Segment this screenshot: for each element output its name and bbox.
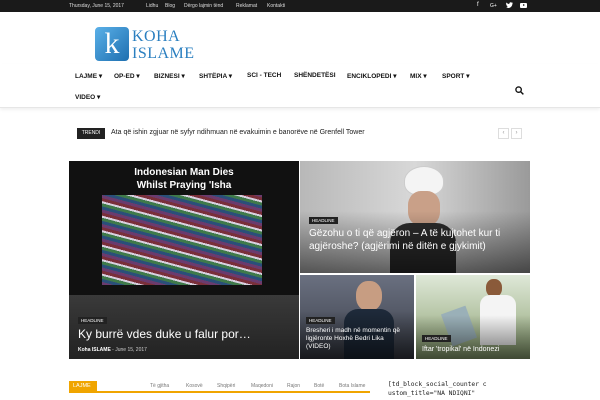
- trending-label: TRENDI: [77, 128, 105, 139]
- nav-item-shtepia[interactable]: SHTËPIA ▾: [199, 72, 232, 80]
- top-link-blog[interactable]: Blog: [165, 3, 175, 9]
- nav-item-op-ed[interactable]: OP-ED ▾: [114, 72, 140, 80]
- headline-tag[interactable]: HEADLINE: [422, 335, 451, 342]
- trending-prev-button[interactable]: ‹: [498, 128, 509, 139]
- logo-text-islame[interactable]: ISLAME: [132, 45, 195, 63]
- main-article-tile[interactable]: Indonesian Man Dies Whilst Praying 'Isha…: [69, 161, 299, 359]
- nav-item-mix[interactable]: MIX ▾: [410, 72, 427, 80]
- logo-icon[interactable]: k: [95, 27, 129, 61]
- top-link-send-news[interactable]: Dërgo lajmin tënd: [184, 3, 223, 9]
- search-icon[interactable]: [515, 82, 524, 100]
- praying-crowd-image: [102, 195, 262, 285]
- facebook-icon[interactable]: f: [477, 2, 479, 8]
- article-tile-iftar[interactable]: HEADLINE Iftar 'tropikal' në Indonezi: [416, 275, 530, 359]
- top-link-ads[interactable]: Reklamat: [236, 3, 257, 9]
- article-tile-hail[interactable]: HEADLINE Bresheri i madh në momentin që …: [300, 275, 414, 359]
- hail-article-title[interactable]: Bresheri i madh në momentin që ligjëront…: [306, 327, 410, 351]
- top-bar: Thursday, June 15, 2017 Lidhu Blog Dërgo…: [0, 0, 600, 12]
- nav-item-shendetesi[interactable]: SHËNDETËSI: [294, 72, 336, 79]
- tab-bote[interactable]: Botë: [314, 383, 324, 389]
- author-name[interactable]: Koha ISLAME: [78, 347, 111, 353]
- logo-text-koha[interactable]: KOHA: [132, 28, 180, 46]
- video-title-line-2: Whilst Praying 'Isha: [136, 180, 232, 191]
- article-date: June 15, 2017: [115, 347, 147, 353]
- google-plus-icon[interactable]: G+: [490, 3, 497, 9]
- main-article-title[interactable]: Ky burrë vdes duke u falur por…: [78, 327, 251, 341]
- tab-all[interactable]: Të gjitha: [150, 383, 169, 389]
- top-link-contact[interactable]: Kontakti: [267, 3, 285, 9]
- headline-tag[interactable]: HEADLINE: [78, 317, 107, 324]
- nav-item-sci-tech[interactable]: SCI - TECH: [247, 72, 281, 79]
- youtube-icon[interactable]: [520, 3, 527, 8]
- headline-tag[interactable]: HEADLINE: [309, 217, 338, 224]
- tab-rajon[interactable]: Rajon: [287, 383, 300, 389]
- tab-kosove[interactable]: Kosovë: [186, 383, 203, 389]
- lecturer-face-image: [356, 281, 382, 311]
- top-link-lidhu[interactable]: Lidhu: [146, 3, 158, 9]
- video-thumbnail: Indonesian Man Dies Whilst Praying 'Isha: [69, 161, 299, 295]
- headline-tag[interactable]: HEADLINE: [306, 317, 335, 324]
- date-text: Thursday, June 15, 2017: [69, 3, 124, 9]
- article-meta: Koha ISLAME - June 15, 2017: [78, 347, 147, 353]
- trending-next-button[interactable]: ›: [511, 128, 522, 139]
- trending-headline[interactable]: Ata që ishin zgjuar në syfyr ndihmuan në…: [111, 129, 365, 136]
- twitter-icon[interactable]: [506, 2, 513, 10]
- main-nav: [0, 64, 600, 108]
- nav-item-lajme[interactable]: LAJME ▾: [75, 72, 102, 80]
- nav-item-sport[interactable]: SPORT ▾: [442, 72, 469, 80]
- section-underline: [69, 391, 370, 393]
- nav-item-biznesi[interactable]: BIZNESI ▾: [154, 72, 185, 80]
- nav-item-video[interactable]: VIDEO ▾: [75, 93, 100, 101]
- shortcode-text: [td_block_social_counter custom_title="N…: [388, 381, 487, 397]
- tab-bota-islame[interactable]: Bota Islame: [339, 383, 365, 389]
- fasting-article-title[interactable]: Gëzohu o ti që agjëron – A të kujtohet k…: [309, 227, 519, 253]
- article-tile-fasting[interactable]: HEADLINE Gëzohu o ti që agjëron – A të k…: [300, 161, 530, 273]
- video-title-line-1: Indonesian Man Dies: [134, 167, 234, 178]
- iftar-article-title[interactable]: Iftar 'tropikal' në Indonezi: [422, 346, 499, 353]
- section-label-lajme: LAJME: [69, 381, 97, 391]
- tab-shqiperi[interactable]: Shqipëri: [217, 383, 235, 389]
- tab-maqedoni[interactable]: Maqedoni: [251, 383, 273, 389]
- nav-item-enciklopedi[interactable]: ENCIKLOPEDI ▾: [347, 72, 397, 80]
